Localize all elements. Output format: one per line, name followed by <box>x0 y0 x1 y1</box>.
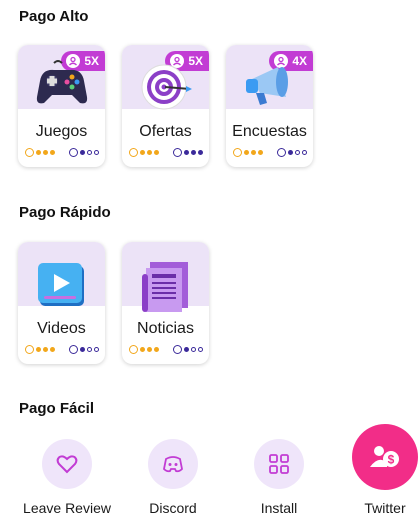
fast-pay-cards: Videos Noticias <box>18 242 209 364</box>
pay-level <box>25 345 55 354</box>
high-pay-cards: 5X Juegos 5X Ofertas 4X Encuestas <box>18 45 313 167</box>
heart-icon <box>56 455 78 474</box>
section-title-high-pay: Pago Alto <box>19 8 89 25</box>
easy-item-label: Twitter <box>364 500 406 516</box>
coin-icon <box>25 148 34 157</box>
easy-item-label: Leave Review <box>23 500 111 516</box>
section-title-easy-pay: Pago Fácil <box>19 400 95 417</box>
card-label: Ofertas <box>139 123 192 140</box>
clock-icon <box>173 345 182 354</box>
card-encuestas[interactable]: 4X Encuestas <box>226 45 313 167</box>
time-level <box>69 345 99 354</box>
discord-icon <box>163 456 183 473</box>
pay-level <box>129 148 159 157</box>
video-play-icon <box>37 263 84 306</box>
easy-item-twitter[interactable]: $ Twitter <box>330 424 420 516</box>
card-label: Noticias <box>137 320 194 337</box>
easy-item-label: Install <box>260 500 298 516</box>
card-juegos[interactable]: 5X Juegos <box>18 45 105 167</box>
dollar-user-icon: $ <box>370 446 399 467</box>
gamepad-icon <box>36 60 87 104</box>
easy-item-leave-review[interactable]: Leave Review <box>12 430 122 516</box>
pay-level <box>233 148 263 157</box>
pay-level <box>129 345 159 354</box>
easy-item-discord[interactable]: Discord <box>118 430 228 516</box>
card-ofertas[interactable]: 5X Ofertas <box>122 45 209 167</box>
time-level <box>173 148 203 157</box>
time-level <box>277 148 307 157</box>
coin-icon <box>129 148 138 157</box>
megaphone-icon <box>245 67 288 105</box>
svg-text:$: $ <box>388 453 395 467</box>
section-title-fast-pay: Pago Rápido <box>19 204 111 221</box>
grid-icon <box>269 454 289 474</box>
card-label: Videos <box>37 320 86 337</box>
card-videos[interactable]: Videos <box>18 242 105 364</box>
coin-icon <box>129 345 138 354</box>
clock-icon <box>173 148 182 157</box>
easy-item-install[interactable]: Install <box>224 430 334 516</box>
easy-pay-row: Leave Review Discord Install $ Twitter <box>0 424 420 521</box>
pay-level <box>25 148 55 157</box>
coin-icon <box>233 148 242 157</box>
card-label: Juegos <box>35 123 88 140</box>
clock-icon <box>69 345 78 354</box>
newspaper-icon <box>141 262 188 312</box>
clock-icon <box>277 148 286 157</box>
card-label: Encuestas <box>232 123 307 140</box>
card-noticias[interactable]: Noticias <box>122 242 209 364</box>
clock-icon <box>69 148 78 157</box>
time-level <box>69 148 99 157</box>
easy-item-label: Discord <box>149 500 197 516</box>
target-icon <box>141 64 192 110</box>
coin-icon <box>25 345 34 354</box>
time-level <box>173 345 203 354</box>
